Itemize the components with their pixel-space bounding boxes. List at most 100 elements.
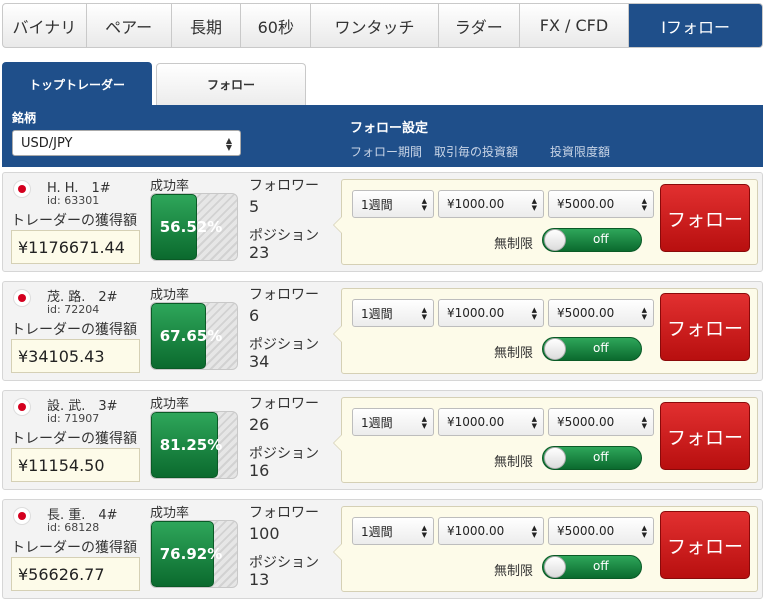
success-rate-bar: 81.25% (150, 411, 238, 479)
success-rate-value: 81.25% (159, 436, 223, 454)
follow-period-value: 1週間 (361, 415, 393, 430)
symbol-select-value: USD/JPY (21, 135, 73, 151)
follow-period-value: 1週間 (361, 306, 393, 321)
select-arrows-icon: ▲ ▼ (421, 524, 427, 539)
col-follow-period: フォロー期間 (350, 145, 423, 159)
tab-60-seconds[interactable]: 60秒 (241, 4, 312, 47)
positions-label: ポジション (249, 228, 319, 244)
toggle-state: off (593, 559, 609, 573)
unlimited-toggle[interactable]: off (542, 555, 642, 579)
amount-per-trade-value: ¥1000.00 (447, 524, 505, 538)
follow-button[interactable]: フォロー (660, 184, 750, 252)
trader-card: 設. 武. 3# id: 71907 トレーダーの獲得額 ¥11154.50 成… (2, 390, 763, 490)
symbol-label: 銘柄 (12, 111, 37, 125)
select-arrows-icon: ▲ ▼ (641, 415, 647, 430)
toggle-state: off (593, 450, 609, 464)
investment-limit-value: ¥5000.00 (557, 415, 615, 429)
trader-card: 茂. 路. 2# id: 72204 トレーダーの獲得額 ¥34105.43 成… (2, 281, 763, 381)
follow-button[interactable]: フォロー (660, 293, 750, 361)
follow-button[interactable]: フォロー (660, 511, 750, 579)
select-arrows-icon: ▲ ▼ (421, 415, 427, 430)
positions-count: 34 (249, 352, 270, 371)
unlimited-label: 無制限 (494, 564, 534, 579)
tab-binary[interactable]: バイナリ (3, 4, 87, 47)
select-arrows-icon: ▲ ▼ (421, 197, 427, 212)
earnings-label: トレーダーの獲得額 (11, 431, 137, 447)
follow-period-select[interactable]: 1週間 ▲ ▼ (352, 517, 434, 545)
investment-limit-select[interactable]: ¥5000.00 ▲ ▼ (548, 408, 654, 436)
follow-settings-title: フォロー設定 (350, 121, 429, 136)
tab-fx-cfd[interactable]: FX / CFD (520, 4, 630, 47)
select-arrows-icon: ▲ ▼ (531, 197, 537, 212)
filter-header: 銘柄 USD/JPY ▲ ▼ フォロー設定 フォロー期間 取引毎の投資額 投資限度… (2, 105, 763, 167)
earnings-label: トレーダーの獲得額 (11, 540, 137, 556)
unlimited-toggle[interactable]: off (542, 446, 642, 470)
select-arrows-icon: ▲ ▼ (531, 306, 537, 321)
subtab-top-traders[interactable]: トップトレーダー (2, 62, 152, 106)
earnings-value: ¥1176671.44 (11, 230, 140, 264)
success-rate-value: 67.65% (159, 327, 223, 345)
investment-limit-select[interactable]: ¥5000.00 ▲ ▼ (548, 517, 654, 545)
col-amount-per-trade: 取引毎の投資額 (434, 145, 519, 159)
follow-subtabs: トップトレーダー フォロー (2, 62, 306, 106)
investment-limit-value: ¥5000.00 (557, 524, 615, 538)
amount-per-trade-value: ¥1000.00 (447, 197, 505, 211)
product-tabs: バイナリ ペアー 長期 60秒 ワンタッチ ラダー FX / CFD Iフォロー (2, 3, 763, 48)
trader-id: id: 71907 (47, 412, 100, 425)
success-rate-label: 成功率 (150, 397, 190, 412)
subtab-follow[interactable]: フォロー (156, 63, 306, 105)
amount-per-trade-select[interactable]: ¥1000.00 ▲ ▼ (438, 190, 544, 218)
investment-limit-select[interactable]: ¥5000.00 ▲ ▼ (548, 190, 654, 218)
followers-label: フォロワー (249, 287, 319, 303)
amount-per-trade-value: ¥1000.00 (447, 306, 505, 320)
earnings-value: ¥34105.43 (11, 339, 140, 373)
follow-button[interactable]: フォロー (660, 402, 750, 470)
follow-period-select[interactable]: 1週間 ▲ ▼ (352, 190, 434, 218)
unlimited-toggle[interactable]: off (542, 228, 642, 252)
followers-count: 26 (249, 415, 270, 434)
col-investment-limit: 投資限度額 (550, 145, 611, 159)
select-arrows-icon: ▲ ▼ (641, 524, 647, 539)
positions-count: 13 (249, 570, 270, 589)
positions-label: ポジション (249, 555, 319, 571)
success-rate-bar: 76.92% (150, 520, 238, 588)
amount-per-trade-select[interactable]: ¥1000.00 ▲ ▼ (438, 517, 544, 545)
positions-count: 23 (249, 243, 270, 262)
follow-period-select[interactable]: 1週間 ▲ ▼ (352, 299, 434, 327)
investment-limit-select[interactable]: ¥5000.00 ▲ ▼ (548, 299, 654, 327)
tab-ladder[interactable]: ラダー (439, 4, 520, 47)
trader-card: 長. 重. 4# id: 68128 トレーダーの獲得額 ¥56626.77 成… (2, 499, 763, 599)
japan-flag-icon[interactable] (13, 398, 31, 416)
tab-long-term[interactable]: 長期 (172, 4, 242, 47)
success-rate-label: 成功率 (150, 288, 190, 303)
positions-label: ポジション (249, 337, 319, 353)
japan-flag-icon[interactable] (13, 507, 31, 525)
toggle-knob (544, 447, 566, 469)
follow-settings-panel: 1週間 ▲ ▼ ¥1000.00 ▲ ▼ ¥5000.00 ▲ ▼ 無制限 off フ… (333, 397, 758, 483)
tab-one-touch[interactable]: ワンタッチ (311, 4, 439, 47)
followers-label: フォロワー (249, 178, 319, 194)
tab-pair[interactable]: ペアー (87, 4, 172, 47)
earnings-value: ¥11154.50 (11, 448, 140, 482)
followers-label: フォロワー (249, 396, 319, 412)
follow-period-select[interactable]: 1週間 ▲ ▼ (352, 408, 434, 436)
followers-count: 6 (249, 306, 260, 325)
amount-per-trade-select[interactable]: ¥1000.00 ▲ ▼ (438, 408, 544, 436)
investment-limit-value: ¥5000.00 (557, 197, 615, 211)
follow-period-value: 1週間 (361, 197, 393, 212)
earnings-value: ¥56626.77 (11, 557, 140, 591)
toggle-knob (544, 338, 566, 360)
tab-i-follow[interactable]: Iフォロー (629, 4, 762, 47)
success-rate-label: 成功率 (150, 179, 190, 194)
unlimited-toggle[interactable]: off (542, 337, 642, 361)
success-rate-value: 76.92% (159, 545, 223, 563)
symbol-select[interactable]: USD/JPY ▲ ▼ (12, 130, 241, 156)
earnings-label: トレーダーの獲得額 (11, 322, 137, 338)
japan-flag-icon[interactable] (13, 180, 31, 198)
success-rate-bar: 56.52% (150, 193, 238, 261)
follow-settings-panel: 1週間 ▲ ▼ ¥1000.00 ▲ ▼ ¥5000.00 ▲ ▼ 無制限 off フ… (333, 506, 758, 592)
amount-per-trade-select[interactable]: ¥1000.00 ▲ ▼ (438, 299, 544, 327)
select-arrows-icon: ▲ ▼ (531, 524, 537, 539)
japan-flag-icon[interactable] (13, 289, 31, 307)
unlimited-label: 無制限 (494, 346, 534, 361)
